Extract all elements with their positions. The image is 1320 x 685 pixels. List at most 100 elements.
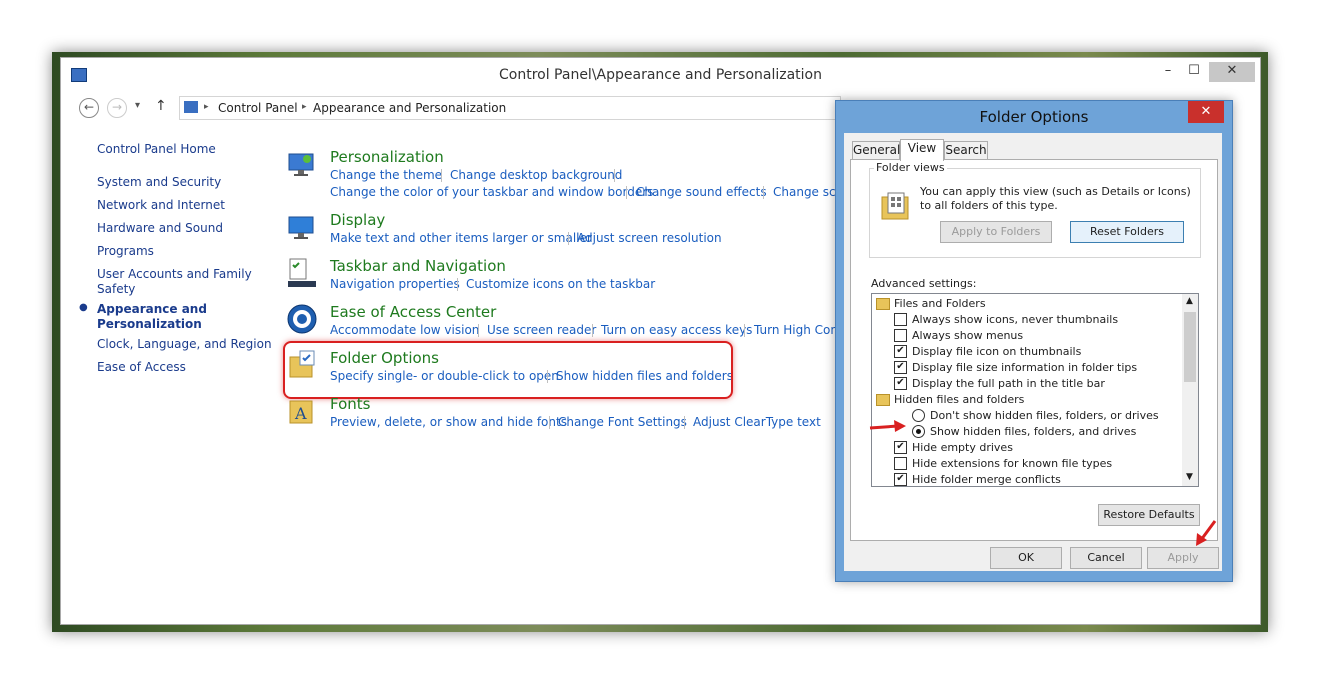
folder-options-highlight	[283, 341, 733, 399]
setting-label: Hide folder merge conflicts	[912, 473, 1061, 486]
address-box[interactable]: ▸ Control Panel ▸ Appearance and Persona…	[179, 96, 841, 120]
title-bar: Control Panel\Appearance and Personaliza…	[61, 58, 1260, 90]
apply-button[interactable]: Apply	[1147, 547, 1219, 569]
link-screen-resolution[interactable]: Adjust screen resolution	[577, 231, 722, 245]
scroll-down-icon[interactable]: ▼	[1186, 472, 1193, 482]
link-separator	[457, 278, 458, 291]
folder-views-icon	[881, 192, 909, 220]
back-icon[interactable]: ←	[79, 98, 99, 118]
sidebar-item-home[interactable]: Control Panel Home	[97, 142, 216, 156]
checkbox[interactable]: ✔	[894, 377, 907, 390]
link-screen-reader[interactable]: Use screen reader	[487, 323, 596, 337]
link-separator	[744, 324, 745, 337]
ok-button[interactable]: OK	[990, 547, 1062, 569]
scroll-thumb[interactable]	[1184, 312, 1196, 382]
personalization-icon	[288, 153, 314, 176]
link-easy-access-keys[interactable]: Turn on easy access keys	[601, 323, 752, 337]
tab-general[interactable]: General	[852, 141, 900, 160]
dialog-close-button[interactable]: ✕	[1188, 101, 1224, 123]
sidebar-item-hardware[interactable]: Hardware and Sound	[97, 221, 223, 235]
setting-label: Display file size information in folder …	[912, 361, 1138, 374]
breadcrumb-chevron-icon: ▸	[204, 102, 209, 112]
link-navigation-properties[interactable]: Navigation properties	[330, 277, 460, 291]
link-low-vision[interactable]: Accommodate low vision	[330, 323, 479, 337]
annotation-arrow-icon	[1196, 520, 1217, 546]
checkbox[interactable]	[894, 457, 907, 470]
link-text-size[interactable]: Make text and other items larger or smal…	[330, 231, 592, 245]
dialog-body: General View Search Folder views You can…	[844, 133, 1222, 571]
close-button[interactable]: ✕	[1209, 62, 1255, 82]
sidebar-item-ease-of-access[interactable]: Ease of Access	[97, 360, 186, 374]
link-desktop-background[interactable]: Change desktop background	[450, 168, 622, 182]
checkbox[interactable]: ✔	[894, 441, 907, 454]
link-separator	[441, 169, 442, 182]
ease-of-access-icon	[287, 304, 317, 334]
checkbox[interactable]: ✔	[894, 473, 907, 486]
control-panel-small-icon	[184, 101, 198, 113]
link-customize-icons[interactable]: Customize icons on the taskbar	[466, 277, 655, 291]
taskbar-icon	[288, 258, 316, 287]
setting-label: Hide extensions for known file types	[912, 457, 1113, 470]
category-personalization[interactable]: Personalization	[330, 148, 444, 166]
checkbox[interactable]: ✔	[894, 361, 907, 374]
folder-icon	[876, 298, 890, 310]
dialog-title: Folder Options	[979, 108, 1089, 126]
link-separator	[626, 186, 627, 199]
sidebar-item-user-accounts-line2[interactable]: Safety	[97, 282, 135, 296]
up-icon[interactable]: ↑	[155, 98, 167, 114]
cancel-button[interactable]: Cancel	[1070, 547, 1142, 569]
radio-button[interactable]	[912, 425, 925, 438]
setting-label: Files and Folders	[894, 297, 986, 310]
category-ease-of-access-center[interactable]: Ease of Access Center	[330, 303, 496, 321]
setting-label: Hide empty drives	[912, 441, 1013, 454]
category-display[interactable]: Display	[330, 211, 385, 229]
sidebar-item-system-security[interactable]: System and Security	[97, 175, 221, 189]
link-separator	[568, 232, 569, 245]
svg-text:A: A	[294, 404, 307, 423]
sidebar-item-appearance-line2[interactable]: Personalization	[97, 317, 202, 331]
sidebar-item-network[interactable]: Network and Internet	[97, 198, 225, 212]
radio-dot	[916, 429, 921, 434]
checkbox[interactable]	[894, 313, 907, 326]
forward-icon[interactable]: →	[107, 98, 127, 118]
breadcrumb-appearance[interactable]: Appearance and Personalization	[313, 101, 506, 115]
current-item-bullet-icon: ●	[79, 302, 88, 313]
link-sound-effects[interactable]: Change sound effects	[636, 185, 767, 199]
recent-pages-icon[interactable]: ▾	[135, 100, 140, 111]
reset-folders-button[interactable]: Reset Folders	[1070, 221, 1184, 243]
link-separator	[684, 416, 685, 429]
window-title: Control Panel\Appearance and Personaliza…	[499, 67, 822, 83]
radio-button[interactable]	[912, 409, 925, 422]
maximize-button[interactable]: ☐	[1179, 62, 1209, 82]
tab-search[interactable]: Search	[944, 141, 988, 160]
sidebar-item-clock-language[interactable]: Clock, Language, and Region	[97, 337, 272, 351]
view-tab-pane: Folder views You can apply this view (su…	[850, 159, 1218, 541]
tab-view[interactable]: View	[900, 139, 944, 161]
breadcrumb-control-panel[interactable]: Control Panel	[218, 101, 298, 115]
sidebar-item-appearance[interactable]: Appearance and	[97, 302, 207, 316]
folder-views-text: You can apply this view (such as Details…	[920, 185, 1191, 212]
sidebar-item-programs[interactable]: Programs	[97, 244, 154, 258]
fonts-icon: A	[289, 400, 313, 424]
link-high-contrast[interactable]: Turn High Cont	[754, 323, 843, 337]
settings-scrollbar[interactable]: ▲ ▼	[1182, 294, 1198, 486]
scroll-up-icon[interactable]: ▲	[1186, 296, 1193, 306]
apply-to-folders-button[interactable]: Apply to Folders	[940, 221, 1052, 243]
link-taskbar-color[interactable]: Change the color of your taskbar and win…	[330, 185, 653, 199]
folder-views-group: Folder views You can apply this view (su…	[869, 161, 1201, 258]
setting-label: Always show icons, never thumbnails	[912, 313, 1119, 326]
link-cleartype[interactable]: Adjust ClearType text	[693, 415, 821, 429]
sidebar-item-user-accounts[interactable]: User Accounts and Family	[97, 267, 252, 281]
link-separator	[592, 324, 593, 337]
category-fonts[interactable]: Fonts	[330, 395, 370, 413]
checkbox[interactable]	[894, 329, 907, 342]
link-font-settings[interactable]: Change Font Settings	[558, 415, 687, 429]
setting-label: Hidden files and folders	[894, 393, 1025, 406]
checkbox[interactable]: ✔	[894, 345, 907, 358]
restore-defaults-button[interactable]: Restore Defaults	[1098, 504, 1200, 526]
link-change-theme[interactable]: Change the theme	[330, 168, 442, 182]
folder-views-label: Folder views	[874, 161, 947, 174]
category-taskbar-navigation[interactable]: Taskbar and Navigation	[330, 257, 506, 275]
link-preview-fonts[interactable]: Preview, delete, or show and hide fonts	[330, 415, 567, 429]
display-icon	[288, 216, 314, 239]
